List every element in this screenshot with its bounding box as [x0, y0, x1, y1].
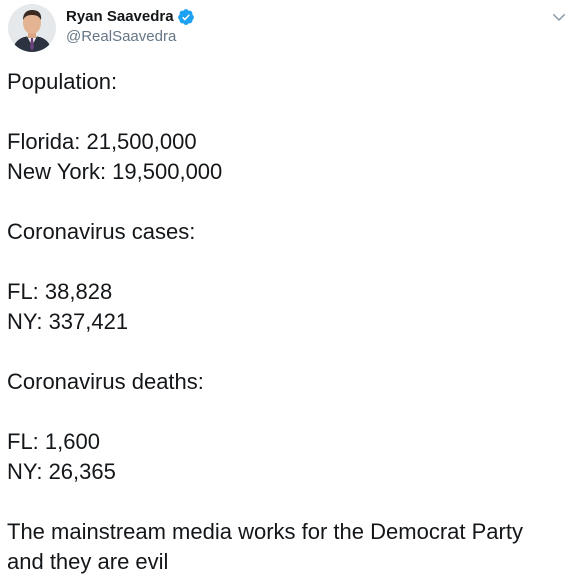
tweet-line: NY: 337,421 [7, 309, 129, 334]
user-info: Ryan Saavedra @RealSaavedra [66, 7, 195, 47]
tweet-line [7, 247, 567, 277]
tweet-line: The mainstream media works for the Democ… [7, 519, 523, 544]
tweet-line [7, 397, 567, 427]
tweet-text: Population: Florida: 21,500,000 New York… [7, 67, 567, 577]
avatar-image [8, 4, 56, 52]
tweet-line: New York: 19,500,000 [7, 159, 223, 184]
display-name-row: Ryan Saavedra [66, 7, 195, 27]
tweet-line [7, 487, 567, 517]
tweet-card: Ryan Saavedra @RealSaavedra Population: … [0, 0, 582, 583]
tweet-line: FL: 1,600 [7, 429, 100, 454]
tweet-line: Coronavirus cases: [7, 219, 196, 244]
chevron-down-icon[interactable] [550, 8, 568, 26]
tweet-line [7, 97, 567, 127]
tweet-line: Florida: 21,500,000 [7, 129, 197, 154]
tweet-line: Coronavirus deaths: [7, 369, 204, 394]
tweet-header: Ryan Saavedra @RealSaavedra [8, 4, 574, 54]
avatar[interactable] [8, 4, 56, 52]
tweet-line [7, 187, 567, 217]
verified-badge-icon [177, 8, 195, 26]
display-name[interactable]: Ryan Saavedra [66, 7, 174, 27]
tweet-line: Population: [7, 69, 118, 94]
tweet-line: NY: 26,365 [7, 459, 116, 484]
user-handle[interactable]: @RealSaavedra [66, 27, 195, 47]
tweet-line: FL: 38,828 [7, 279, 113, 304]
tweet-line: and they are evil [7, 549, 169, 574]
tweet-line [7, 337, 567, 367]
